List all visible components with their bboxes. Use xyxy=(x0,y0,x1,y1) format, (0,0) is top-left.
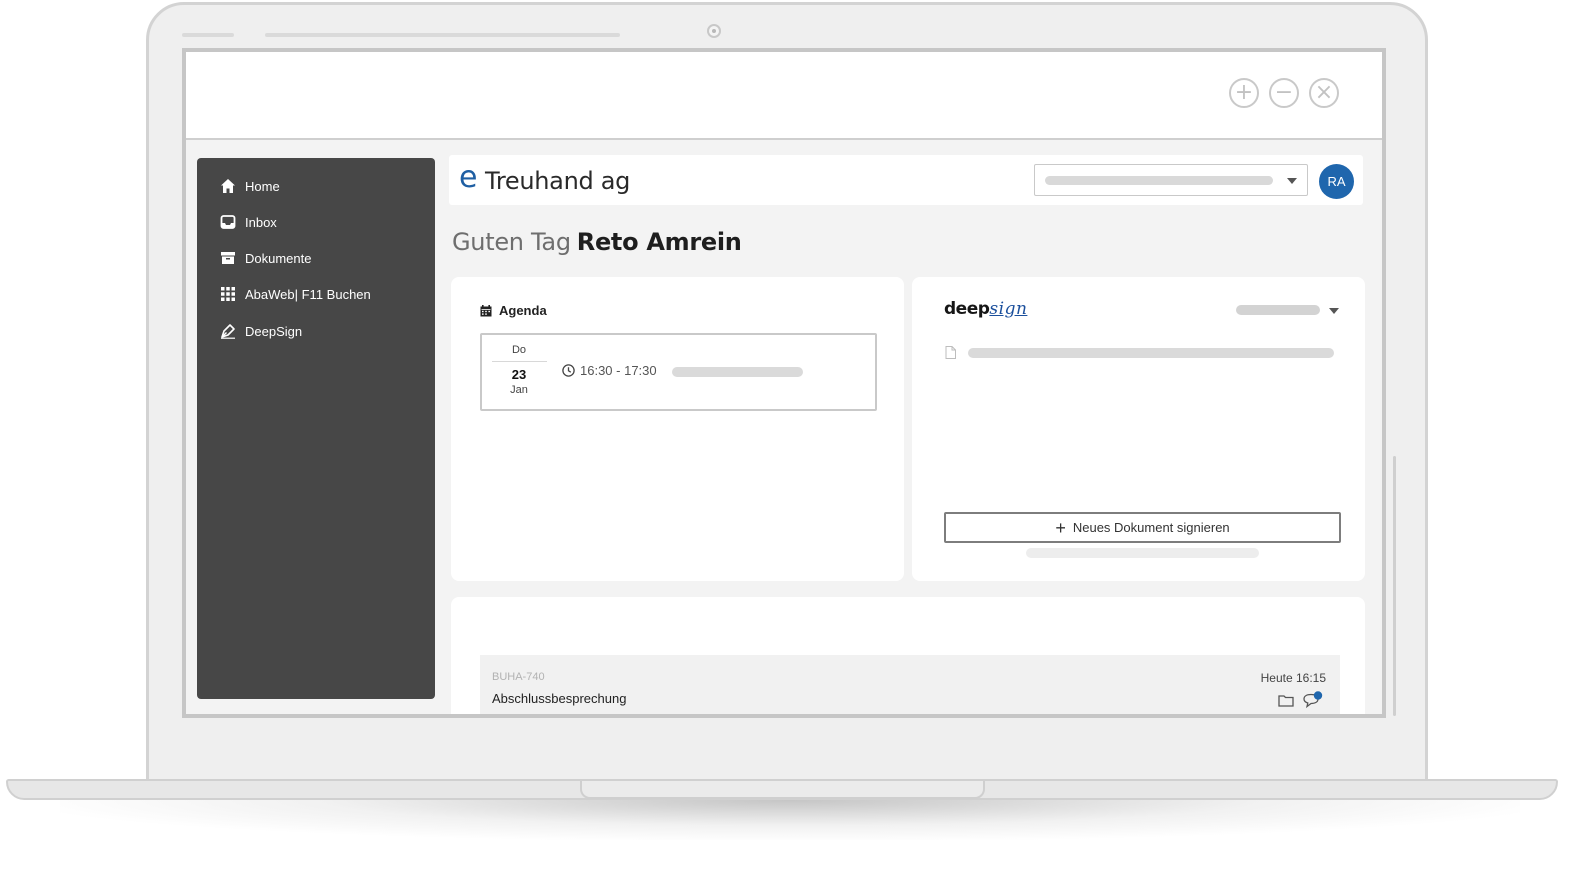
archive-icon xyxy=(219,249,237,267)
sidebar-item-inbox[interactable]: Inbox xyxy=(219,210,277,234)
clock-icon xyxy=(562,364,575,377)
sidebar-item-home[interactable]: Home xyxy=(219,174,280,198)
deepsign-logo-prefix: deep xyxy=(944,299,990,319)
sidebar-item-deepsign[interactable]: DeepSign xyxy=(219,319,302,343)
task-title: Abschlussbesprechung xyxy=(492,691,627,706)
app-screen: + − × Home Inbox Dokumente AbaWeb| F11 B… xyxy=(186,52,1382,714)
entry-month: Jan xyxy=(510,384,528,396)
agenda-card: Agenda Do 23 Jan 16:30 - 17:30 xyxy=(451,277,904,581)
document-placeholder[interactable] xyxy=(968,348,1334,358)
entry-title-placeholder xyxy=(672,367,803,377)
laptop-notch xyxy=(580,781,985,799)
scrollbar[interactable] xyxy=(1393,456,1396,716)
bezel-decoration xyxy=(182,33,234,37)
sidebar-item-label: Dokumente xyxy=(245,250,312,266)
task-date: Heute 16:15 xyxy=(1260,671,1326,685)
new-document-sign-button[interactable]: + Neues Dokument signieren xyxy=(944,512,1341,543)
document-icon xyxy=(945,346,956,364)
grid-icon xyxy=(219,285,237,303)
logo-mark: e xyxy=(459,160,478,195)
laptop-shadow xyxy=(60,800,1520,840)
camera-icon xyxy=(707,24,721,38)
folder-icon[interactable] xyxy=(1278,694,1294,712)
chevron-down-icon xyxy=(1287,178,1297,184)
sidebar-item-abaweb[interactable]: AbaWeb| F11 Buchen xyxy=(219,282,371,306)
entry-time-label: 16:30 - 17:30 xyxy=(580,363,657,378)
greeting-prefix: Guten Tag xyxy=(452,228,571,256)
company-logo-text: Treuhand ag xyxy=(485,167,631,195)
plus-icon: + xyxy=(1055,517,1066,538)
agenda-entry[interactable]: Do 23 Jan 16:30 - 17:30 xyxy=(480,333,877,411)
entry-time: 16:30 - 17:30 xyxy=(562,363,657,378)
page-greeting: Guten Tag Reto Amrein xyxy=(452,228,742,256)
sidebar-item-label: Inbox xyxy=(245,214,277,230)
sidebar-item-label: DeepSign xyxy=(245,323,303,339)
app-header: e Treuhand ag RA xyxy=(449,155,1363,205)
task-id: BUHA-740 xyxy=(492,671,545,683)
entry-day: 23 xyxy=(511,367,527,382)
tasks-card: BUHA-740 Abschlussbesprechung Heute 16:1… xyxy=(451,597,1365,714)
deepsign-logo-script: sign xyxy=(989,299,1028,319)
client-select[interactable] xyxy=(1034,164,1308,196)
home-icon xyxy=(219,177,237,195)
entry-weekday: Do xyxy=(511,344,527,356)
window-titlebar: + − × xyxy=(186,52,1382,140)
agenda-title-label: Agenda xyxy=(499,303,547,318)
pen-icon xyxy=(219,322,237,340)
agenda-title: Agenda xyxy=(480,303,547,318)
sidebar-item-label: AbaWeb| F11 Buchen xyxy=(245,286,371,302)
sign-button-subtext-placeholder xyxy=(1026,548,1259,558)
divider xyxy=(492,361,547,362)
maximize-button[interactable]: + xyxy=(1229,78,1259,108)
sidebar: Home Inbox Dokumente AbaWeb| F11 Buchen … xyxy=(197,158,435,699)
comment-icon[interactable] xyxy=(1302,691,1324,714)
chevron-down-icon[interactable] xyxy=(1329,308,1339,314)
sidebar-item-dokumente[interactable]: Dokumente xyxy=(219,246,311,270)
greeting-user-name: Reto Amrein xyxy=(576,228,742,256)
deepsign-card: deepsign + Neues Dokument signieren xyxy=(912,277,1365,581)
sign-button-label: Neues Dokument signieren xyxy=(1072,520,1230,535)
inbox-icon xyxy=(219,213,237,231)
close-button[interactable]: × xyxy=(1309,78,1339,108)
deepsign-filter-select[interactable] xyxy=(1236,305,1320,315)
select-placeholder xyxy=(1045,176,1273,185)
screen-frame: + − × Home Inbox Dokumente AbaWeb| F11 B… xyxy=(182,48,1386,718)
list-item[interactable]: BUHA-740 Abschlussbesprechung Heute 16:1… xyxy=(480,655,1340,714)
user-avatar[interactable]: RA xyxy=(1319,164,1354,199)
calendar-icon xyxy=(480,304,492,317)
bezel-decoration xyxy=(265,33,620,37)
sidebar-item-label: Home xyxy=(245,178,280,194)
deepsign-logo: deepsign xyxy=(944,299,1027,319)
minimize-button[interactable]: − xyxy=(1269,78,1299,108)
